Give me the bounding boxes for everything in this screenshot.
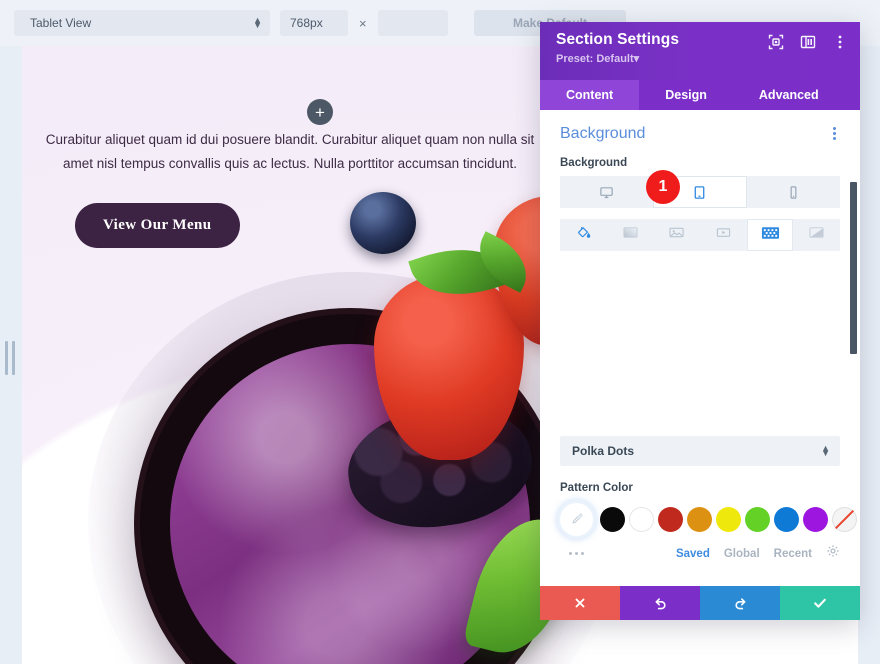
mask-icon — [808, 225, 825, 245]
swatch-green[interactable] — [745, 507, 770, 532]
section-settings-panel: Section Settings Preset: Default▾ Conten… — [540, 22, 860, 620]
swatch-transparent[interactable] — [832, 507, 857, 532]
handle-bar — [5, 341, 8, 375]
background-preview-area — [560, 261, 840, 436]
section-body-text: Curabitur aliquet quam id dui posuere bl… — [45, 132, 535, 171]
image-icon — [668, 225, 685, 245]
color-swatch-row — [560, 503, 857, 536]
palette-tab-recent[interactable]: Recent — [774, 548, 812, 560]
tab-design[interactable]: Design — [639, 80, 733, 110]
tablet-icon — [692, 185, 707, 200]
bg-type-gradient[interactable] — [606, 219, 654, 251]
app-root: + Curabitur aliquet quam id dui posuere … — [0, 0, 880, 664]
canvas-resize-handle[interactable] — [2, 340, 18, 376]
panel-layout-icon[interactable] — [800, 34, 816, 50]
swatch-purple[interactable] — [803, 507, 828, 532]
panel-tabs: Content Design Advanced — [540, 80, 860, 110]
pattern-style-value: Polka Dots — [572, 444, 635, 458]
blueberry-image — [350, 192, 416, 254]
palette-footer: Saved Global Recent — [560, 544, 840, 563]
phone-icon — [786, 185, 801, 200]
paint-bucket-icon — [576, 225, 591, 245]
viewport-width-input[interactable]: 768px — [280, 10, 348, 36]
handle-bar — [12, 341, 15, 375]
pattern-style-select[interactable]: Polka Dots ▲ ▼ — [560, 436, 840, 466]
chevron-down-icon[interactable]: ▾ — [634, 53, 640, 65]
background-section-header: Background — [560, 124, 840, 143]
background-section-title[interactable]: Background — [560, 125, 645, 143]
bg-type-pattern[interactable] — [746, 219, 794, 251]
more-dots-icon[interactable] — [560, 552, 584, 555]
bg-type-video[interactable] — [700, 219, 747, 251]
swatch-yellow[interactable] — [716, 507, 741, 532]
background-type-group — [560, 219, 841, 251]
preset-label: Preset: Default — [556, 53, 634, 65]
chevron-updown-icon[interactable]: ▲ ▼ — [821, 444, 830, 458]
panel-preset-selector[interactable]: Preset: Default▾ — [556, 52, 846, 65]
bg-type-color[interactable] — [560, 219, 607, 251]
panel-header-icons — [768, 34, 848, 50]
desktop-icon — [599, 185, 614, 200]
swatch-dark-red[interactable] — [658, 507, 683, 532]
panel-body: Background Background 1 Polka Dots ▲ ▼ P… — [540, 110, 860, 586]
focus-frame-icon[interactable] — [768, 34, 784, 50]
tab-content[interactable]: Content — [540, 80, 640, 110]
panel-scrollbar-thumb[interactable] — [850, 182, 857, 354]
kebab-menu-icon[interactable] — [829, 124, 840, 143]
undo-button[interactable] — [620, 586, 700, 620]
viewport-height-input[interactable] — [377, 10, 448, 36]
gear-icon[interactable] — [826, 544, 840, 563]
cancel-button[interactable] — [540, 586, 620, 620]
video-icon — [715, 225, 732, 245]
bg-type-image[interactable] — [653, 219, 701, 251]
pattern-color-label: Pattern Color — [560, 482, 633, 494]
device-tab-desktop[interactable] — [560, 176, 654, 208]
tooltip-step-badge: 1 — [646, 170, 680, 204]
save-button[interactable] — [780, 586, 860, 620]
panel-header: Section Settings Preset: Default▾ — [540, 22, 860, 80]
device-tab-phone[interactable] — [746, 176, 840, 208]
chevron-updown-icon[interactable]: ▲ ▼ — [253, 16, 262, 30]
palette-tab-saved[interactable]: Saved — [676, 548, 710, 560]
view-mode-select[interactable]: Tablet View ▲ ▼ — [14, 10, 270, 36]
view-mode-value: Tablet View — [30, 16, 92, 30]
swatch-amber[interactable] — [687, 507, 712, 532]
swatch-black[interactable] — [600, 507, 625, 532]
eyedropper-icon[interactable] — [560, 503, 593, 536]
add-module-button[interactable]: + — [307, 99, 333, 125]
palette-tab-global[interactable]: Global — [724, 548, 760, 560]
swatch-blue[interactable] — [774, 507, 799, 532]
panel-action-bar — [540, 586, 860, 620]
device-tab-group: 1 — [560, 170, 840, 208]
view-our-menu-button[interactable]: View Our Menu — [75, 203, 240, 248]
background-field-label: Background — [560, 157, 628, 169]
swatch-white[interactable] — [629, 507, 654, 532]
dimension-separator: × — [359, 15, 367, 31]
palette-tab-group: Saved Global Recent — [676, 544, 840, 563]
overflow-menu-icon[interactable] — [832, 34, 848, 50]
tab-advanced[interactable]: Advanced — [733, 80, 845, 110]
gradient-icon — [622, 225, 639, 245]
redo-button[interactable] — [700, 586, 780, 620]
pattern-icon — [761, 226, 780, 245]
bg-type-mask[interactable] — [793, 219, 841, 251]
